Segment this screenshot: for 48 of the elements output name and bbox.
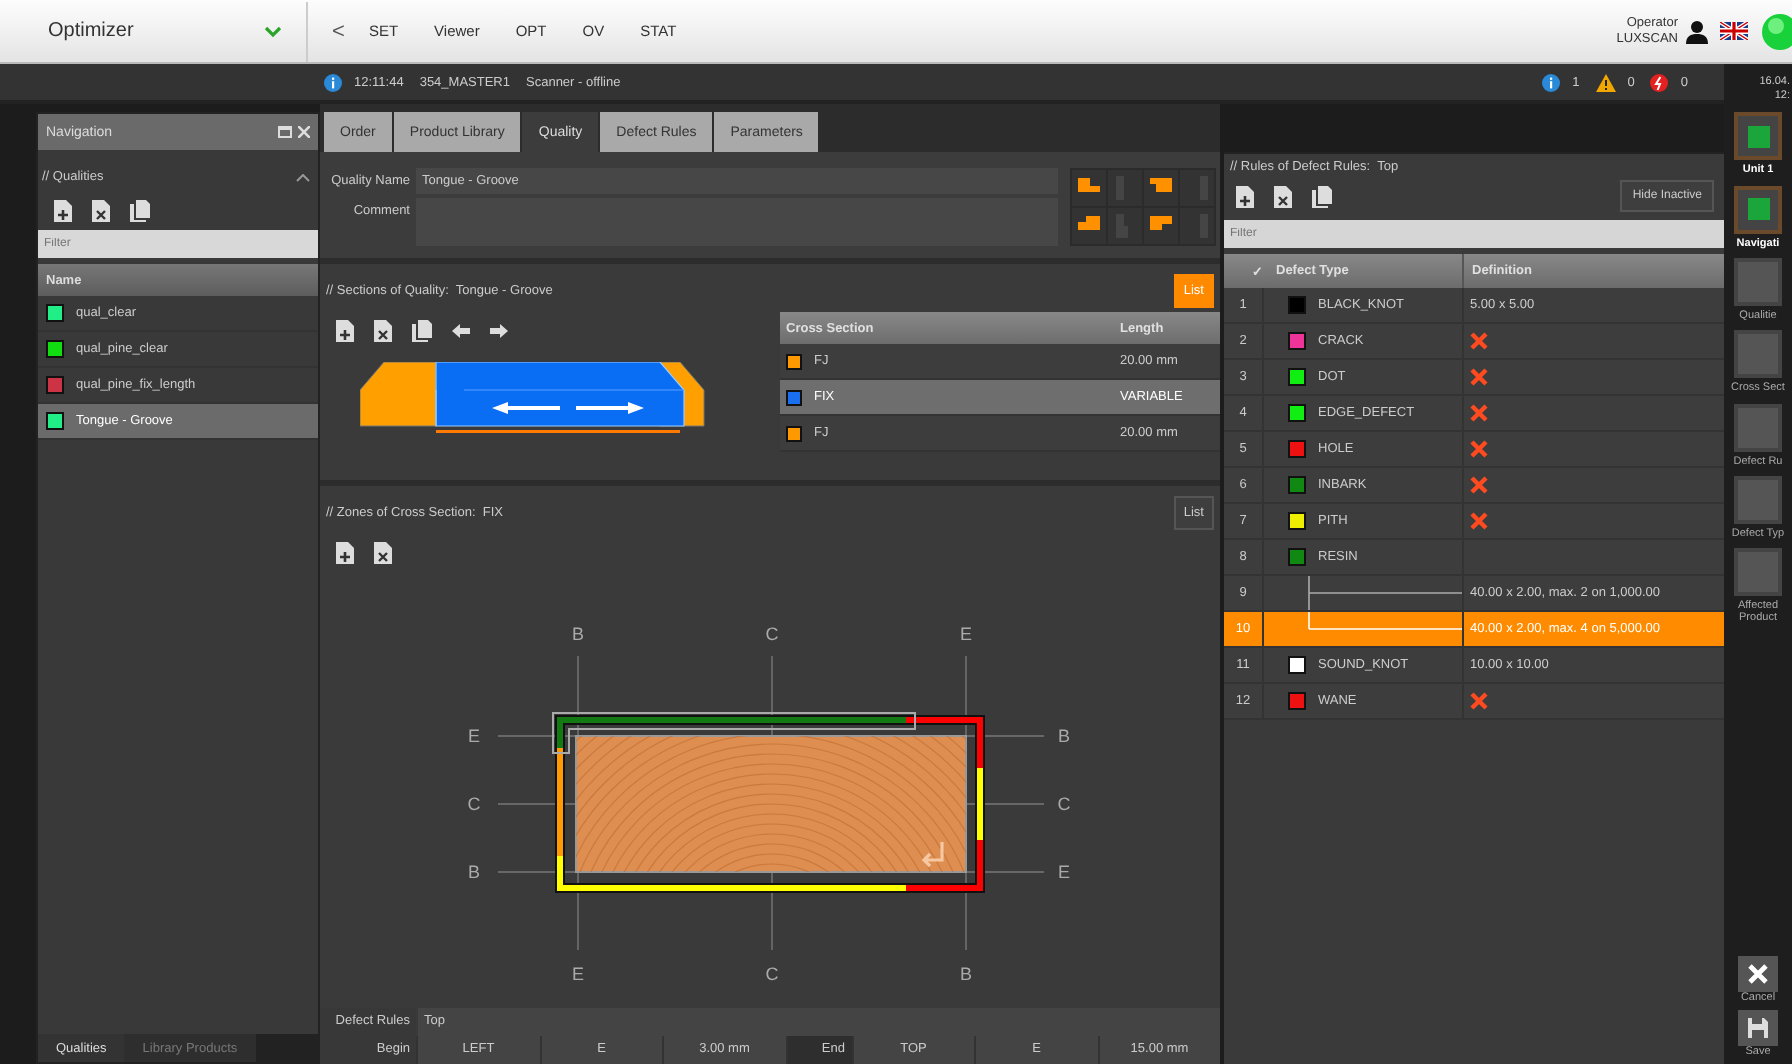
new-document-icon[interactable] (1236, 185, 1254, 207)
zone-label: B (1058, 726, 1070, 746)
delete-document-icon[interactable] (1274, 185, 1292, 207)
copy-icon[interactable] (412, 320, 432, 342)
zone-label: E (572, 964, 584, 984)
new-document-icon[interactable] (336, 542, 354, 564)
zone-label: E (960, 624, 972, 644)
app-dropdown[interactable]: Optimizer (36, 1, 308, 61)
zone-label: C (765, 624, 779, 644)
error-icon (1650, 73, 1669, 91)
cross-mark-icon (1470, 476, 1488, 494)
copy-icon[interactable] (130, 200, 150, 222)
zone-label: B (572, 624, 584, 644)
delete-document-icon[interactable] (92, 200, 110, 222)
user-icon[interactable] (1686, 19, 1708, 43)
zone-label: E (468, 726, 480, 746)
info-icon (324, 73, 342, 91)
zone-label: B (960, 964, 972, 984)
cross-mark-icon (1470, 368, 1488, 386)
cross-mark-icon (1470, 440, 1488, 458)
maximize-icon[interactable] (278, 126, 292, 138)
cross-mark-icon (1470, 404, 1488, 422)
new-document-icon[interactable] (54, 200, 72, 222)
return-arrow-icon (921, 840, 944, 868)
cross-mark-icon (1470, 512, 1488, 530)
back-button[interactable]: < (332, 19, 345, 43)
close-icon (1748, 964, 1768, 984)
info-icon (1542, 73, 1561, 91)
chevron-down-icon (264, 25, 282, 37)
flag-icon[interactable] (1720, 22, 1748, 40)
zone-label: E (1058, 862, 1070, 882)
delete-document-icon[interactable] (374, 320, 392, 342)
cross-mark-icon (1470, 332, 1488, 350)
copy-icon[interactable] (1312, 185, 1332, 207)
caret-icon[interactable] (296, 173, 310, 181)
arrow-right-icon[interactable] (490, 324, 508, 338)
zone-label: C (467, 794, 481, 814)
warning-icon (1595, 73, 1616, 91)
status-light-icon (1760, 11, 1792, 51)
zone-label: C (1057, 794, 1071, 814)
app-title: Optimizer (48, 20, 134, 42)
zone-label: B (468, 862, 480, 882)
new-document-icon[interactable] (336, 320, 354, 342)
cross-mark-icon (1470, 692, 1488, 710)
arrow-left-icon[interactable] (452, 324, 470, 338)
zone-label: C (765, 964, 779, 984)
delete-document-icon[interactable] (374, 542, 392, 564)
close-icon[interactable] (298, 126, 310, 138)
